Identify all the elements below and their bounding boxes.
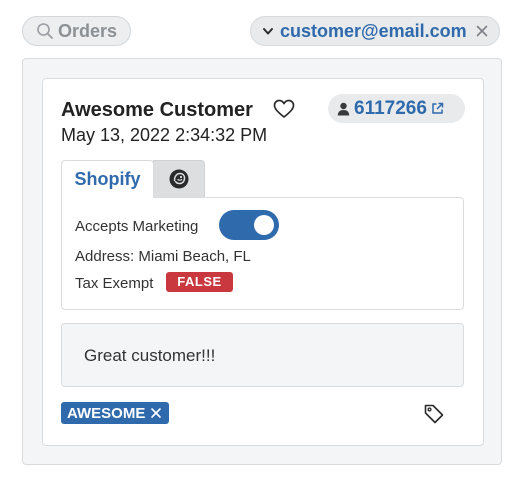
email-filter-label: customer@email.com (280, 20, 467, 41)
orders-filter-label: Orders (58, 20, 118, 41)
chevron-down-icon[interactable] (261, 24, 275, 38)
accepts-marketing-label: Accepts Marketing (75, 218, 199, 235)
tag-chip-label: AWESOME (67, 404, 146, 422)
customer-note[interactable]: Great customer!!! (61, 323, 464, 387)
tag-chip-awesome: AWESOME (61, 402, 169, 424)
toggle-knob (254, 215, 274, 235)
person-icon (337, 102, 350, 115)
accepts-marketing-toggle[interactable] (219, 210, 279, 240)
remove-tag-icon[interactable] (150, 407, 162, 419)
tab-shopify[interactable]: Shopify (61, 160, 154, 198)
customer-note-text: Great customer!!! (84, 346, 216, 365)
shopify-tab-panel: Accepts Marketing Address: Miami Beach, … (61, 197, 464, 310)
address-text: Address: Miami Beach, FL (75, 248, 251, 265)
email-filter-pill[interactable]: customer@email.com (250, 16, 500, 46)
orders-filter-pill[interactable]: Orders (22, 16, 131, 46)
external-link-icon (432, 102, 444, 114)
customer-date: May 13, 2022 2:34:32 PM (61, 125, 268, 145)
tag-icon[interactable] (423, 403, 445, 425)
customer-name: Awesome Customer (61, 99, 253, 121)
tax-exempt-badge: FALSE (166, 272, 233, 292)
results-panel: Awesome Customer May 13, 2022 2:34:32 PM… (22, 58, 502, 465)
customer-id-link[interactable]: 6117266 (328, 94, 465, 123)
customer-id: 6117266 (354, 97, 427, 119)
heart-icon[interactable] (273, 99, 295, 119)
customer-card: Awesome Customer May 13, 2022 2:34:32 PM… (42, 78, 484, 446)
tab-mailchimp[interactable] (153, 160, 205, 197)
search-icon (37, 23, 53, 39)
tab-shopify-label: Shopify (74, 169, 141, 189)
close-icon[interactable] (474, 23, 490, 39)
mailchimp-icon (169, 169, 189, 189)
tax-exempt-label: Tax Exempt (75, 275, 154, 292)
